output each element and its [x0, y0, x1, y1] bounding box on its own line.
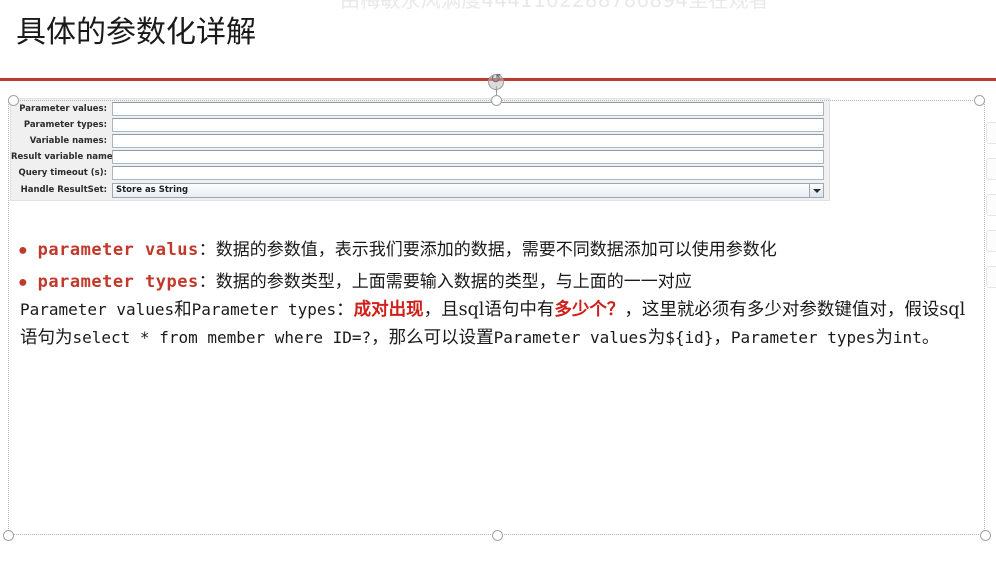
edge-box: [986, 266, 996, 288]
page-title: 具体的参数化详解: [16, 15, 256, 50]
list-item-label: 数据的参数值，表示我们要添加的数据，需要不同数据添加可以使用参数化: [215, 240, 777, 260]
select-handle-resultset[interactable]: Store as String: [112, 182, 824, 198]
edge-box: [986, 230, 996, 252]
para-cn-and: 和: [174, 300, 192, 320]
para-cn-period: 。: [921, 328, 940, 348]
select-handle-resultset-value: Store as String: [116, 185, 189, 195]
resize-handle-top-center[interactable]: [491, 95, 502, 106]
input-variable-names[interactable]: [112, 134, 824, 148]
edge-box: [986, 194, 996, 216]
chevron-down-icon[interactable]: [809, 183, 823, 197]
list-item-separator: ：: [198, 272, 216, 292]
resize-handle-bottom-left[interactable]: [3, 530, 14, 541]
form-row-query-timeout: Query timeout (s):: [11, 165, 829, 181]
body-paragraph: Parameter values和Parameter types：成对出现，且s…: [20, 296, 972, 352]
resize-handle-bottom-right[interactable]: [980, 530, 991, 541]
top-watermark-clip: 由梅敏永风满度4441102288780894至在规者: [0, 0, 996, 14]
para-cn-colon: ：: [336, 300, 354, 320]
list-item: ● parameter valus ： 数据的参数值，表示我们要添加的数据，需要…: [18, 235, 777, 260]
label-query-timeout: Query timeout (s):: [18, 168, 107, 178]
list-item-code: parameter types: [37, 272, 199, 292]
label-handle-resultset: Handle ResultSet:: [20, 185, 107, 195]
para-cn-mid-1: ，且sql语句中有: [423, 300, 555, 320]
input-result-variable-name[interactable]: [112, 150, 824, 164]
para-cn-comma: ，: [713, 328, 731, 348]
para-mono-id-expr: ${id}: [665, 328, 714, 347]
resize-handle-top-right[interactable]: [974, 95, 985, 106]
para-cn-wei-1: 为: [647, 328, 666, 348]
jdbc-request-form: Parameter values: Parameter types: Varia…: [10, 98, 830, 201]
edge-box: [986, 122, 996, 144]
input-parameter-types[interactable]: [112, 118, 824, 132]
resize-handle-bottom-center[interactable]: [492, 530, 503, 541]
para-mono-parameter-values-2: Parameter values: [493, 328, 648, 347]
list-item-label: 数据的参数类型，上面需要输入数据的类型，与上面的一一对应: [215, 272, 692, 292]
form-row-result-variable-name: Result variable name:: [11, 149, 829, 165]
rotate-icon[interactable]: [488, 72, 504, 90]
form-row-parameter-values: Parameter values:: [11, 101, 829, 117]
list-item-code: parameter valus: [37, 240, 199, 260]
para-emphasis-howmany: 多少个？: [554, 300, 625, 320]
para-mono-parameter-values-1: Parameter values: [20, 300, 175, 319]
para-mono-parameter-types-2: Parameter types: [730, 328, 876, 347]
top-watermark-text: 由梅敏永风满度4441102288780894至在规者: [340, 0, 769, 12]
list-item-separator: ：: [198, 240, 216, 260]
para-mono-sql: select * from member where ID=?: [72, 328, 372, 347]
para-emphasis-pairs: 成对出现: [353, 300, 424, 320]
list-item: ● parameter types ： 数据的参数类型，上面需要输入数据的类型，…: [18, 267, 692, 292]
form-row-parameter-types: Parameter types:: [11, 117, 829, 133]
para-cn-mid-3: ，那么可以设置: [371, 328, 494, 348]
para-mono-parameter-types-1: Parameter types: [191, 300, 337, 319]
form-row-variable-names: Variable names:: [11, 133, 829, 149]
form-row-handle-resultset: Handle ResultSet: Store as String: [11, 182, 829, 198]
label-variable-names: Variable names:: [29, 136, 107, 146]
input-query-timeout[interactable]: [112, 166, 824, 180]
input-parameter-values[interactable]: [112, 102, 824, 116]
label-parameter-values: Parameter values:: [19, 104, 107, 114]
para-cn-wei-2: 为: [875, 328, 893, 348]
bullet-icon: ●: [18, 242, 28, 259]
right-edge-clipped-element: [982, 120, 996, 300]
resize-handle-top-left[interactable]: [8, 95, 19, 106]
bullet-icon: ●: [18, 274, 28, 291]
label-parameter-types: Parameter types:: [23, 120, 107, 130]
label-result-variable-name: Result variable name:: [11, 152, 117, 162]
edge-box: [986, 158, 996, 180]
para-mono-int: int: [892, 328, 922, 347]
